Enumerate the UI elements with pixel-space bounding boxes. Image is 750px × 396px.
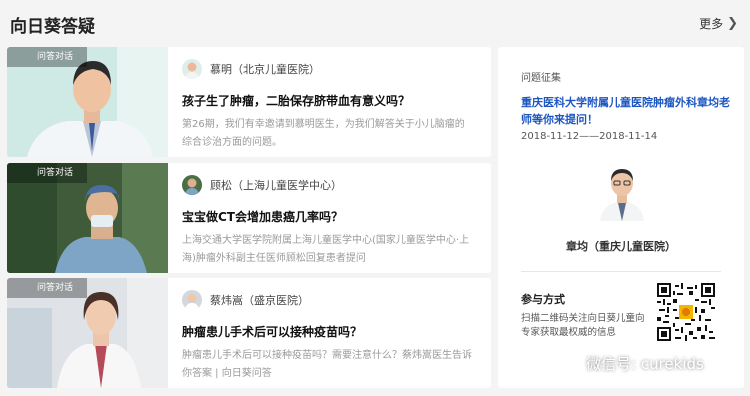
wechat-id: 微信号: curekids [586,354,704,373]
avatar [182,59,202,79]
avatar [182,290,202,310]
qa-card[interactable]: 问答对话 顾松（上海儿童医学中心） 宝宝做CT会增加患癌几率吗？ 上海交通大学医… [7,163,491,273]
doctor-avatar [598,165,646,221]
qa-card[interactable]: 问答对话 慕明（北京儿童医院） 孩子生了肿瘤，二胎保存脐带血有意义吗？ 第26期… [7,47,491,157]
thumb-tag: 问答对话 [7,47,88,67]
panel-label: 问题征集 [521,73,561,84]
expert-name: 蔡炜嵩（盛京医院） [210,294,309,307]
expert-info: 顾松（上海儿童医学中心） [182,175,342,195]
expert-name: 慕明（北京儿童医院） [210,63,320,76]
question-summary: 肿瘤患儿手术后可以接种疫苗吗？需要注意什么？蔡炜嵩医生告诉你答案 | 向日葵问答 [182,350,472,379]
wechat-icon [560,352,580,374]
join-description: 扫描二维码关注向日葵儿童向专家获取最权威的信息 [521,313,645,338]
panel-title[interactable]: 重庆医科大学附属儿童医院肿瘤外科章均老师等你来提问！ [521,94,731,128]
doctor-name: 章均（重庆儿童医院） [566,240,676,253]
question-summary: 第26期，我们有幸邀请到慕明医生，为我们解答关于小儿脑瘤的综合诊治方面的问题。 [182,119,465,148]
expert-name: 顾松（上海儿童医学中心） [210,179,342,192]
avatar [182,175,202,195]
section-title: 向日葵答疑 [10,17,95,37]
chevron-right-icon: ❯ [727,16,738,31]
qa-card[interactable]: 问答对话 蔡炜嵩（盛京医院） 肿瘤患儿手术后可以接种疫苗吗？ 肿瘤患儿手术后可以… [7,278,491,388]
question-title[interactable]: 孩子生了肿瘤，二胎保存脐带血有意义吗？ [182,92,410,109]
wechat-watermark: 微信号: curekids [560,352,704,374]
thumb-tag: 问答对话 [7,278,88,298]
qr-code[interactable] [657,283,715,341]
doctor-photo: 问答对话 [7,278,168,388]
more-link[interactable]: 更多 ❯ [699,15,738,32]
divider [521,271,721,272]
doctor-photo: 问答对话 [7,47,168,157]
join-title: 参与方式 [521,293,565,306]
expert-info: 慕明（北京儿童医院） [182,59,320,79]
date-range: 2018-11-12——2018-11-14 [521,131,658,142]
expert-info: 蔡炜嵩（盛京医院） [182,290,309,310]
question-title[interactable]: 肿瘤患儿手术后可以接种疫苗吗？ [182,323,362,340]
doctor-photo: 问答对话 [7,163,168,273]
more-label: 更多 [699,17,724,31]
section-header: 向日葵答疑 更多 ❯ [0,0,750,44]
question-collection-panel: 问题征集 重庆医科大学附属儿童医院肿瘤外科章均老师等你来提问！ 2018-11-… [498,47,744,388]
question-summary: 上海交通大学医学院附属上海儿童医学中心(国家儿童医学中心·上海)肿瘤外科副主任医… [182,235,470,264]
question-title[interactable]: 宝宝做CT会增加患癌几率吗？ [182,208,343,225]
thumb-tag: 问答对话 [7,163,88,183]
